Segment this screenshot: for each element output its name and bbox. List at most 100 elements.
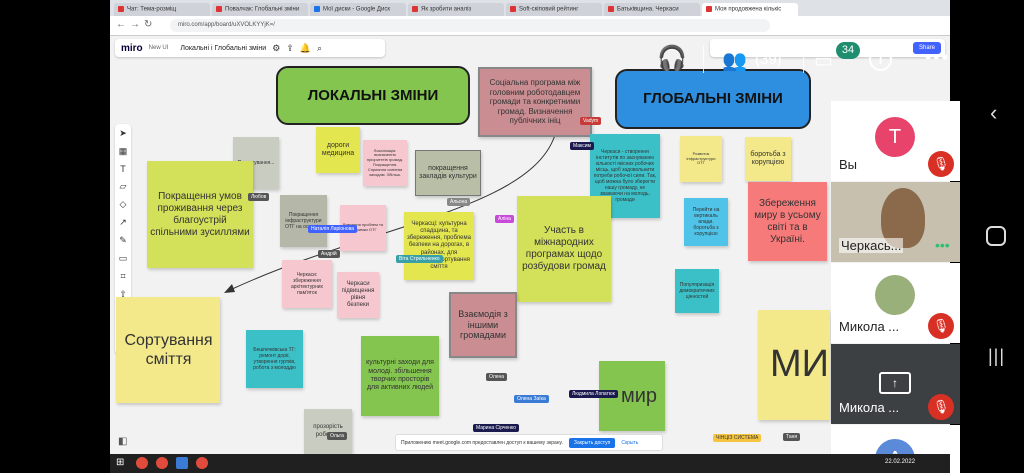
browser-tab-active[interactable]: Моя продовжена кількіс (702, 3, 798, 16)
chat-icon[interactable]: ▭ (814, 48, 833, 73)
shapes-icon[interactable]: ◇ (120, 199, 127, 210)
participant-tile[interactable]: Черкась... ••• (831, 182, 960, 262)
search-icon[interactable]: ⌕ (317, 43, 322, 54)
windows-start-icon[interactable]: ⊞ (116, 457, 124, 468)
hide-banner-button[interactable]: Скрыть (621, 440, 638, 446)
tab-favicon-icon (118, 6, 124, 12)
chrome-icon[interactable] (196, 457, 208, 469)
sticky-note[interactable]: Черкасці: культурна спадщина, та збереже… (404, 212, 474, 280)
global-changes-header[interactable]: ГЛОБАЛЬНІ ЗМІНИ (615, 69, 811, 129)
sticky-note[interactable]: Покращення інфраструктури ОТГ на основі.… (280, 195, 327, 247)
crop-icon[interactable]: ⌗ (120, 271, 125, 282)
cursor-label: Олена Заїка (514, 395, 549, 403)
tab-favicon-icon (314, 6, 320, 12)
tab-favicon-icon (706, 6, 712, 12)
tab-favicon-icon (216, 6, 222, 12)
local-changes-header[interactable]: ЛОКАЛЬНІ ЗМІНИ (276, 66, 470, 125)
tab-favicon-icon (608, 6, 614, 12)
screen: { "browser": { "tabs": ["Чат: Тема-розмі… (0, 0, 1024, 473)
board-title[interactable]: Локальні і Глобальні зміни (180, 45, 266, 52)
sticky-note[interactable]: Участь в міжнародних програмах щодо розб… (517, 196, 611, 302)
mic-off-icon: 🎙 (928, 394, 954, 420)
sticky-note[interactable]: Бешпечківська ТГ: ремонт доріг, утворенн… (246, 330, 303, 388)
browser-tab[interactable]: Мої диски - Google Диск (310, 3, 406, 16)
more-options-icon[interactable]: ••• (925, 47, 950, 68)
cursor-label: Максим (570, 142, 594, 150)
sticky-note[interactable]: культурні заходи для молоді. збільшення … (361, 336, 439, 416)
cursor-label: Людмила Лопатюк (569, 390, 618, 398)
present-screen-icon: ↑ (879, 372, 911, 394)
avatar (875, 275, 915, 315)
tab-favicon-icon (510, 6, 516, 12)
sticky-note[interactable]: Перейти на вертикаль влади. боротьба з к… (684, 198, 728, 246)
browser-tab[interactable]: Soft-скіповий рейтинг (506, 3, 602, 16)
sticky-note[interactable]: Соціальна програма між головним роботода… (478, 67, 592, 137)
browser-tab[interactable]: Повалчак: Глобальні зміни (212, 3, 308, 16)
reload-icon[interactable]: ↻ (144, 19, 152, 30)
tab-favicon-icon (412, 6, 418, 12)
sticky-note[interactable]: Сортування сміття (116, 297, 220, 403)
sticky-note[interactable]: Розвиток інфраструктури ОТГ (680, 136, 722, 182)
notification-icon[interactable]: 🔔 (300, 43, 311, 54)
settings-icon[interactable]: ⚙ (272, 43, 280, 54)
pen-icon[interactable]: ✎ (119, 235, 127, 246)
sticky-note-icon[interactable]: ▱ (120, 181, 127, 192)
cursor-label: Ольга (327, 432, 347, 440)
screen-share-text: Приложению meet.google.com предоставлен … (401, 439, 563, 446)
sticky-note[interactable]: МИ (758, 310, 830, 420)
sticky-note[interactable]: Взаємодія з іншими громадами (449, 292, 517, 358)
connector-icon[interactable]: ↗ (119, 217, 127, 228)
avatar: T (875, 117, 915, 157)
panel-toggle-icon[interactable]: ◧ (118, 436, 127, 447)
app-icon[interactable] (176, 457, 188, 469)
people-count: (39) (755, 51, 782, 68)
sticky-note[interactable]: Популяризація демократичних цінностей (675, 269, 719, 313)
info-icon[interactable]: i (869, 48, 892, 71)
chrome-icon[interactable] (136, 457, 148, 469)
browser-tab[interactable]: Батьківщина. Черкаси (604, 3, 700, 16)
comment-icon[interactable]: ▭ (119, 253, 128, 264)
text-tool-icon[interactable]: T (120, 164, 126, 174)
speaking-indicator-icon: ••• (935, 237, 950, 253)
select-tool-icon[interactable]: ➤ (119, 128, 127, 139)
sticky-note[interactable]: дороги медицина (316, 127, 360, 173)
back-nav-icon[interactable]: ‹ (990, 100, 997, 126)
people-icon[interactable]: 👥 (722, 48, 747, 73)
forward-icon[interactable]: → (130, 19, 140, 30)
cursor-label: Альона (447, 198, 471, 206)
sticky-note[interactable]: боротьба з корупцією (745, 137, 791, 181)
miro-logo[interactable]: miro (121, 43, 143, 54)
cursor-label: Vadym (580, 117, 602, 125)
home-nav-icon[interactable] (986, 226, 1006, 246)
sticky-note[interactable]: Покращення умов проживання через благоус… (147, 161, 253, 268)
new-ui-label: New UI (148, 45, 169, 51)
browser-tab[interactable]: Чат: Тема-розміщ (114, 3, 210, 16)
participant-tile[interactable]: ↑ Микола ... 🎙 (831, 344, 960, 424)
url-field[interactable]: miro.com/app/board/uXVOLKYYjK=/ (170, 19, 770, 32)
participant-tile[interactable]: Микола ... 🎙 (831, 263, 960, 343)
mic-off-icon: 🎙 (928, 151, 954, 177)
sticky-note[interactable]: Локалізація: визначення пріоритетів гром… (363, 140, 407, 186)
upload-icon[interactable]: ⇪ (286, 43, 294, 54)
cursor-label: Марина Сірченко (473, 424, 520, 432)
stop-sharing-button[interactable]: Закрыть доступ (568, 437, 616, 448)
sticky-note[interactable]: Збереження миру в усьому світі та в Укра… (748, 182, 827, 261)
participant-tile[interactable]: T Вы 🎙 (831, 101, 960, 181)
recents-nav-icon[interactable]: ||| (988, 346, 1005, 367)
browser-tab[interactable]: Як зробити аналіз (408, 3, 504, 16)
taskbar-date: 22.02.2022 (885, 459, 916, 465)
yellow-tag: ЧІНЦІЗ СИСТЕМА (713, 434, 762, 442)
sticky-note[interactable]: покращення закладів культури (415, 150, 481, 196)
divider (803, 45, 804, 73)
cursor-label: Любов (248, 193, 270, 201)
sticky-note[interactable]: Черкаси: збереження архітектурних пам'ят… (282, 260, 332, 308)
sticky-note[interactable]: Черкаси підвищення рівня безпеки (337, 272, 379, 318)
chrome-icon[interactable] (156, 457, 168, 469)
participant-name: Микола ... (839, 319, 900, 334)
miro-top-toolbar: miro New UI Локальні і Глобальні зміни ⚙… (115, 39, 385, 57)
screen-share-banner: Приложению meet.google.com предоставлен … (395, 434, 663, 451)
headphones-icon[interactable]: 🎧 (657, 44, 687, 73)
windows-taskbar: ⊞ 22.02.2022 (110, 454, 950, 473)
back-icon[interactable]: ← (116, 19, 126, 30)
frame-tool-icon[interactable]: ▦ (119, 146, 128, 157)
